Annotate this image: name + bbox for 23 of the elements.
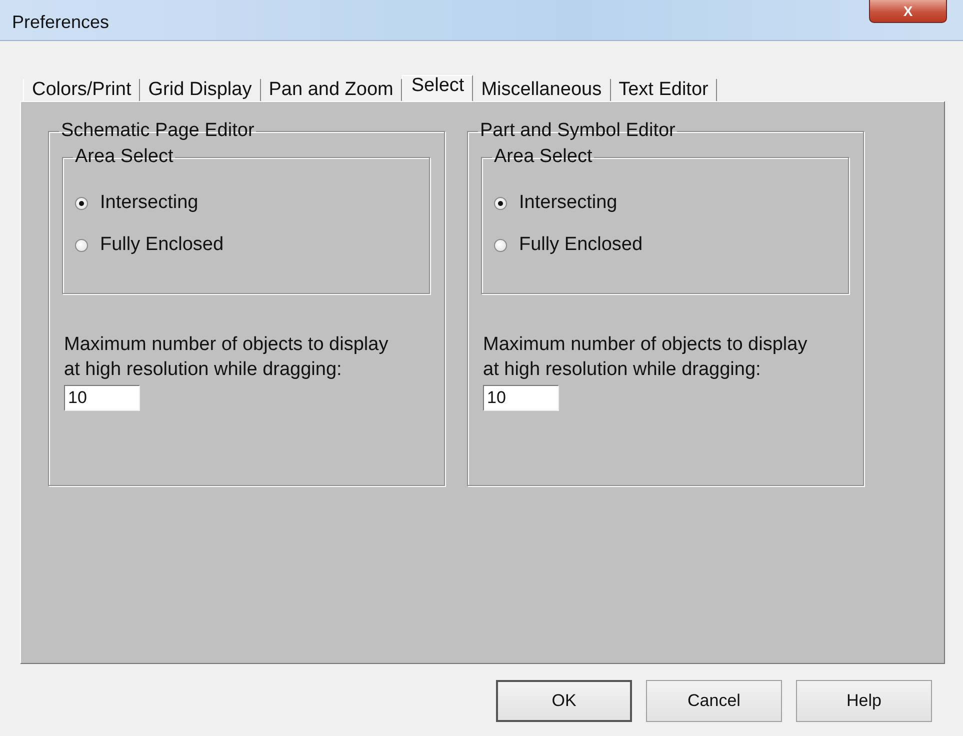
radio-label[interactable]: Intersecting [100,192,198,214]
tab[interactable]: Select [402,75,474,101]
radio-label[interactable]: Intersecting [519,192,618,214]
group-title: Area Select [494,146,592,167]
dialog-button[interactable]: Cancel [646,680,782,722]
close-button[interactable]: X [869,0,947,23]
dialog-button[interactable]: Help [796,680,932,722]
radio-button[interactable] [494,238,507,252]
radio-button[interactable] [494,196,507,210]
radio-label[interactable]: Fully Enclosed [519,234,643,256]
group-title: Schematic Page Editor [61,120,254,141]
radio-button[interactable] [75,238,88,252]
radio-button[interactable] [75,196,88,210]
input-field[interactable]: 10 [64,385,140,411]
group-title: Area Select [75,146,174,167]
dialog-button[interactable]: OK [496,680,632,722]
window-title: Preferences [12,10,110,32]
radio-label[interactable]: Fully Enclosed [100,234,224,256]
group-title: Part and Symbol Editor [480,120,676,141]
tab[interactable]: Colors/Print [23,79,140,101]
input-field[interactable]: 10 [483,385,559,411]
field-label: Maximum number of objects to display at high resolution while dragging: [64,333,390,382]
field-label: Maximum number of objects to display at high resolution while dragging: [483,333,808,382]
